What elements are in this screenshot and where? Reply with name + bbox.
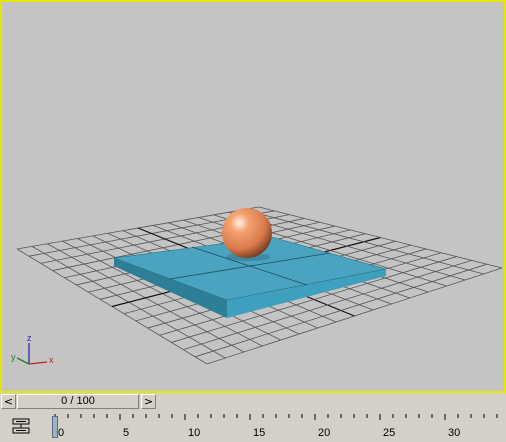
axis-tripod: z x y [11, 333, 54, 365]
frame-tick-label: 5 [123, 427, 129, 439]
frame-tick-label: 30 [448, 427, 460, 439]
frame-ruler[interactable]: 0 5 10 15 20 25 30 [40, 414, 506, 442]
chevron-right-icon: > [143, 395, 154, 408]
track-bar: 0 5 10 15 20 25 30 [0, 411, 506, 442]
axis-z-label: z [27, 333, 32, 343]
time-slider-bar: < 0 / 100 > [0, 393, 506, 411]
time-slider-track[interactable]: 0 / 100 [17, 394, 140, 409]
time-cursor[interactable] [52, 416, 58, 438]
chevron-left-icon: < [3, 395, 14, 408]
time-slider-thumb[interactable]: 0 / 100 [17, 394, 139, 409]
next-frame-button[interactable]: > [141, 394, 156, 409]
frame-tick-label: 20 [318, 427, 330, 439]
curve-editor-icon [12, 418, 30, 434]
frame-ruler-ticks: 0 5 10 15 20 25 30 [54, 414, 498, 439]
frame-tick-label: 0 [58, 427, 64, 439]
viewport-scene: z x y [11, 206, 503, 365]
axis-y-label: y [11, 352, 16, 362]
perspective-viewport[interactable]: z x y [0, 0, 506, 393]
previous-frame-button[interactable]: < [1, 394, 16, 409]
sphere-object[interactable] [222, 208, 272, 258]
frame-tick-label: 10 [188, 427, 200, 439]
axis-x-label: x [49, 355, 54, 365]
time-slider-label: 0 / 100 [61, 395, 95, 407]
frame-tick-label: 15 [253, 427, 265, 439]
frame-tick-label: 25 [383, 427, 395, 439]
curve-editor-toggle-button[interactable] [10, 416, 32, 436]
